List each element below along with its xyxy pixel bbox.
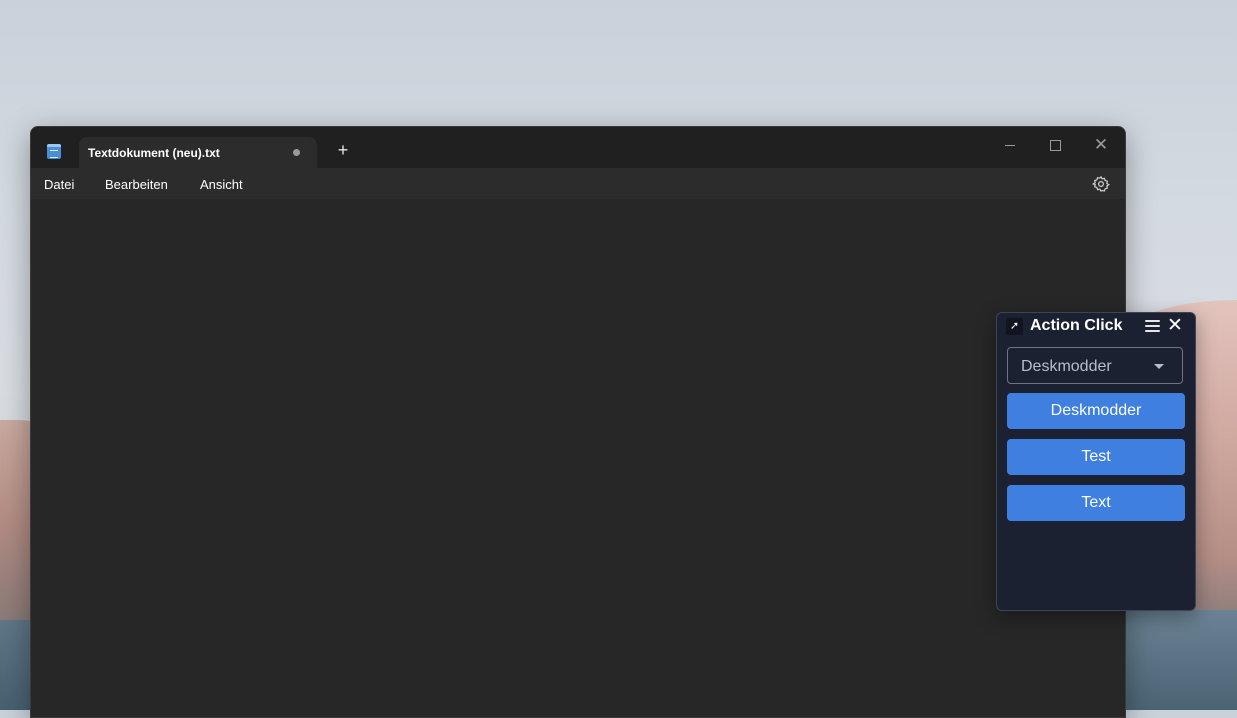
tab-title: Textdokument (neu).txt	[88, 146, 220, 160]
close-icon[interactable]: ✕	[1167, 315, 1183, 337]
wallpaper-water-right	[1124, 610, 1237, 710]
notepad-window: Textdokument (neu).txt + ✕ Datei Bearbei…	[30, 126, 1126, 718]
action-click-title: Action Click	[1030, 317, 1123, 334]
minimize-icon	[1005, 145, 1015, 147]
maximize-icon	[1049, 140, 1061, 152]
text-editor[interactable]	[31, 199, 1125, 717]
menu-view[interactable]: Ansicht	[200, 177, 243, 192]
action-button-text[interactable]: Text	[1007, 485, 1185, 521]
notepad-titlebar[interactable]: Textdokument (neu).txt + ✕	[31, 127, 1125, 168]
cursor-click-icon: ➚	[1006, 318, 1023, 335]
action-click-header[interactable]: ➚ Action Click ✕	[997, 313, 1195, 340]
notepad-icon	[47, 144, 61, 159]
menu-bar: Datei Bearbeiten Ansicht	[31, 168, 1125, 199]
tab-document[interactable]: Textdokument (neu).txt	[79, 137, 317, 168]
profile-select-value: Deskmodder	[1021, 358, 1112, 375]
caret-down-icon	[1154, 364, 1164, 369]
hamburger-icon[interactable]	[1145, 320, 1160, 332]
profile-select[interactable]: Deskmodder	[1007, 347, 1183, 384]
menu-file[interactable]: Datei	[44, 177, 74, 192]
menu-edit[interactable]: Bearbeiten	[105, 177, 168, 192]
action-button-deskmodder[interactable]: Deskmodder	[1007, 393, 1185, 429]
new-tab-button[interactable]: +	[333, 140, 353, 160]
gear-icon[interactable]	[1091, 175, 1110, 193]
action-button-test[interactable]: Test	[1007, 439, 1185, 475]
unsaved-dot-icon[interactable]	[293, 149, 300, 156]
action-click-window: ➚ Action Click ✕ Deskmodder Deskmodder T…	[996, 312, 1196, 611]
minimize-button[interactable]	[988, 131, 1032, 159]
maximize-button[interactable]	[1033, 131, 1077, 159]
close-button[interactable]: ✕	[1079, 131, 1123, 159]
